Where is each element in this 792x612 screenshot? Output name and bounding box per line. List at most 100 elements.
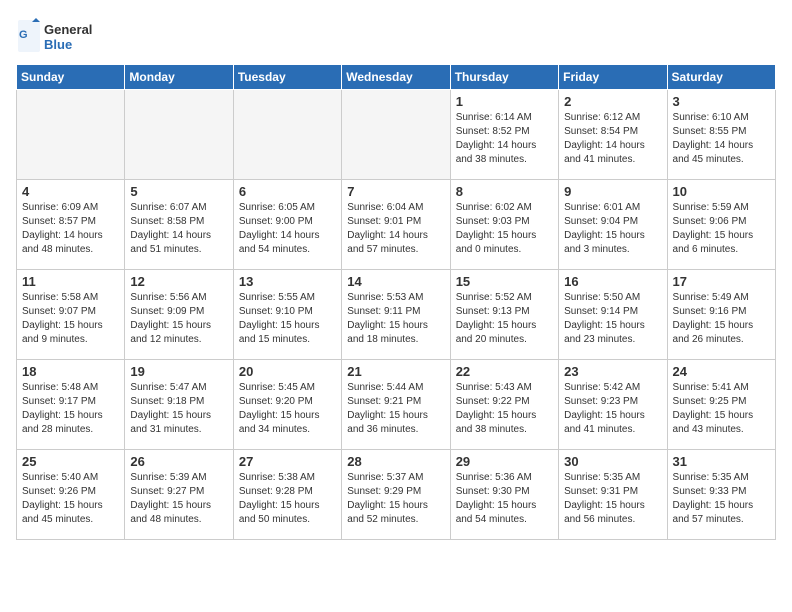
day-number: 13 (239, 274, 336, 289)
calendar-cell: 10 Sunrise: 5:59 AM Sunset: 9:06 PM Dayli… (667, 180, 775, 270)
calendar-body: 1 Sunrise: 6:14 AM Sunset: 8:52 PM Daylig… (17, 90, 776, 540)
day-info: Sunrise: 5:52 AM Sunset: 9:13 PM Dayligh… (456, 291, 553, 347)
calendar-cell: 23 Sunrise: 5:42 AM Sunset: 9:23 PM Dayli… (559, 360, 667, 450)
day-number: 8 (456, 184, 553, 199)
day-number: 30 (564, 454, 661, 469)
day-number: 5 (130, 184, 227, 199)
calendar-cell: 2 Sunrise: 6:12 AM Sunset: 8:54 PM Daylig… (559, 90, 667, 180)
day-number: 14 (347, 274, 444, 289)
day-info: Sunrise: 6:04 AM Sunset: 9:01 PM Dayligh… (347, 201, 444, 257)
calendar-cell: 3Sunrise: 6:10 AM Sunset: 8:55 PM Daylig… (667, 90, 775, 180)
week-row-4: 25Sunrise: 5:40 AM Sunset: 9:26 PM Dayli… (17, 450, 776, 540)
day-info: Sunrise: 5:58 AM Sunset: 9:07 PM Dayligh… (22, 291, 119, 347)
col-header-tuesday: Tuesday (233, 65, 341, 90)
week-row-1: 4Sunrise: 6:09 AM Sunset: 8:57 PM Daylig… (17, 180, 776, 270)
day-number: 10 (673, 184, 770, 199)
calendar-cell (233, 90, 341, 180)
logo-svg: General Blue G (16, 16, 116, 56)
calendar-cell: 24 Sunrise: 5:41 AM Sunset: 9:25 PM Dayli… (667, 360, 775, 450)
calendar-cell: 26Sunrise: 5:39 AM Sunset: 9:27 PM Dayli… (125, 450, 233, 540)
day-info: Sunrise: 5:50 AM Sunset: 9:14 PM Dayligh… (564, 291, 661, 347)
day-number: 20 (239, 364, 336, 379)
day-number: 7 (347, 184, 444, 199)
day-number: 28 (347, 454, 444, 469)
day-info: Sunrise: 6:10 AM Sunset: 8:55 PM Dayligh… (673, 111, 770, 167)
day-number: 12 (130, 274, 227, 289)
day-number: 24 (673, 364, 770, 379)
day-number: 6 (239, 184, 336, 199)
day-info: Sunrise: 5:40 AM Sunset: 9:26 PM Dayligh… (22, 471, 119, 527)
calendar-cell: 19 Sunrise: 5:47 AM Sunset: 9:18 PM Dayli… (125, 360, 233, 450)
col-header-wednesday: Wednesday (342, 65, 450, 90)
day-info: Sunrise: 6:12 AM Sunset: 8:54 PM Dayligh… (564, 111, 661, 167)
day-info: Sunrise: 5:55 AM Sunset: 9:10 PM Dayligh… (239, 291, 336, 347)
calendar-cell: 31Sunrise: 5:35 AM Sunset: 9:33 PM Dayli… (667, 450, 775, 540)
calendar-cell (342, 90, 450, 180)
calendar-cell: 30 Sunrise: 5:35 AM Sunset: 9:31 PM Dayli… (559, 450, 667, 540)
calendar-cell: 9Sunrise: 6:01 AM Sunset: 9:04 PM Daylig… (559, 180, 667, 270)
logo: General Blue G (16, 16, 116, 56)
week-row-3: 18Sunrise: 5:48 AM Sunset: 9:17 PM Dayli… (17, 360, 776, 450)
calendar-cell: 16 Sunrise: 5:50 AM Sunset: 9:14 PM Dayli… (559, 270, 667, 360)
calendar-cell: 8Sunrise: 6:02 AM Sunset: 9:03 PM Daylig… (450, 180, 558, 270)
calendar-cell: 27 Sunrise: 5:38 AM Sunset: 9:28 PM Dayli… (233, 450, 341, 540)
calendar-cell: 4Sunrise: 6:09 AM Sunset: 8:57 PM Daylig… (17, 180, 125, 270)
col-header-friday: Friday (559, 65, 667, 90)
calendar-cell: 15 Sunrise: 5:52 AM Sunset: 9:13 PM Dayli… (450, 270, 558, 360)
day-number: 17 (673, 274, 770, 289)
day-info: Sunrise: 5:37 AM Sunset: 9:29 PM Dayligh… (347, 471, 444, 527)
calendar-cell: 29 Sunrise: 5:36 AM Sunset: 9:30 PM Dayli… (450, 450, 558, 540)
calendar-cell: 21 Sunrise: 5:44 AM Sunset: 9:21 PM Dayli… (342, 360, 450, 450)
day-info: Sunrise: 6:14 AM Sunset: 8:52 PM Dayligh… (456, 111, 553, 167)
day-info: Sunrise: 5:39 AM Sunset: 9:27 PM Dayligh… (130, 471, 227, 527)
day-info: Sunrise: 5:44 AM Sunset: 9:21 PM Dayligh… (347, 381, 444, 437)
svg-text:Blue: Blue (44, 37, 72, 52)
day-number: 29 (456, 454, 553, 469)
day-number: 27 (239, 454, 336, 469)
day-info: Sunrise: 6:07 AM Sunset: 8:58 PM Dayligh… (130, 201, 227, 257)
calendar-cell: 1 Sunrise: 6:14 AM Sunset: 8:52 PM Daylig… (450, 90, 558, 180)
col-header-monday: Monday (125, 65, 233, 90)
day-number: 23 (564, 364, 661, 379)
day-info: Sunrise: 5:41 AM Sunset: 9:25 PM Dayligh… (673, 381, 770, 437)
day-info: Sunrise: 5:36 AM Sunset: 9:30 PM Dayligh… (456, 471, 553, 527)
day-info: Sunrise: 5:56 AM Sunset: 9:09 PM Dayligh… (130, 291, 227, 347)
calendar-cell: 25Sunrise: 5:40 AM Sunset: 9:26 PM Dayli… (17, 450, 125, 540)
calendar-cell: 13 Sunrise: 5:55 AM Sunset: 9:10 PM Dayli… (233, 270, 341, 360)
calendar-cell: 22 Sunrise: 5:43 AM Sunset: 9:22 PM Dayli… (450, 360, 558, 450)
day-info: Sunrise: 5:35 AM Sunset: 9:31 PM Dayligh… (564, 471, 661, 527)
calendar-header-row: SundayMondayTuesdayWednesdayThursdayFrid… (17, 65, 776, 90)
calendar-cell: 14 Sunrise: 5:53 AM Sunset: 9:11 PM Dayli… (342, 270, 450, 360)
calendar-cell: 20 Sunrise: 5:45 AM Sunset: 9:20 PM Dayli… (233, 360, 341, 450)
page-header: General Blue G (16, 16, 776, 56)
day-info: Sunrise: 6:01 AM Sunset: 9:04 PM Dayligh… (564, 201, 661, 257)
day-info: Sunrise: 5:42 AM Sunset: 9:23 PM Dayligh… (564, 381, 661, 437)
col-header-sunday: Sunday (17, 65, 125, 90)
calendar-cell: 7 Sunrise: 6:04 AM Sunset: 9:01 PM Daylig… (342, 180, 450, 270)
calendar-cell (17, 90, 125, 180)
col-header-saturday: Saturday (667, 65, 775, 90)
day-number: 19 (130, 364, 227, 379)
calendar-cell (125, 90, 233, 180)
calendar-cell: 11 Sunrise: 5:58 AM Sunset: 9:07 PM Dayli… (17, 270, 125, 360)
calendar-cell: 6Sunrise: 6:05 AM Sunset: 9:00 PM Daylig… (233, 180, 341, 270)
day-number: 21 (347, 364, 444, 379)
day-number: 11 (22, 274, 119, 289)
day-info: Sunrise: 5:43 AM Sunset: 9:22 PM Dayligh… (456, 381, 553, 437)
day-info: Sunrise: 5:38 AM Sunset: 9:28 PM Dayligh… (239, 471, 336, 527)
calendar-cell: 17 Sunrise: 5:49 AM Sunset: 9:16 PM Dayli… (667, 270, 775, 360)
day-number: 2 (564, 94, 661, 109)
day-info: Sunrise: 5:48 AM Sunset: 9:17 PM Dayligh… (22, 381, 119, 437)
day-number: 15 (456, 274, 553, 289)
day-number: 22 (456, 364, 553, 379)
day-number: 1 (456, 94, 553, 109)
svg-text:G: G (19, 29, 28, 41)
day-info: Sunrise: 5:47 AM Sunset: 9:18 PM Dayligh… (130, 381, 227, 437)
calendar-cell: 5 Sunrise: 6:07 AM Sunset: 8:58 PM Daylig… (125, 180, 233, 270)
day-number: 16 (564, 274, 661, 289)
day-info: Sunrise: 5:49 AM Sunset: 9:16 PM Dayligh… (673, 291, 770, 347)
day-info: Sunrise: 5:59 AM Sunset: 9:06 PM Dayligh… (673, 201, 770, 257)
day-info: Sunrise: 5:45 AM Sunset: 9:20 PM Dayligh… (239, 381, 336, 437)
day-info: Sunrise: 5:53 AM Sunset: 9:11 PM Dayligh… (347, 291, 444, 347)
week-row-0: 1 Sunrise: 6:14 AM Sunset: 8:52 PM Daylig… (17, 90, 776, 180)
